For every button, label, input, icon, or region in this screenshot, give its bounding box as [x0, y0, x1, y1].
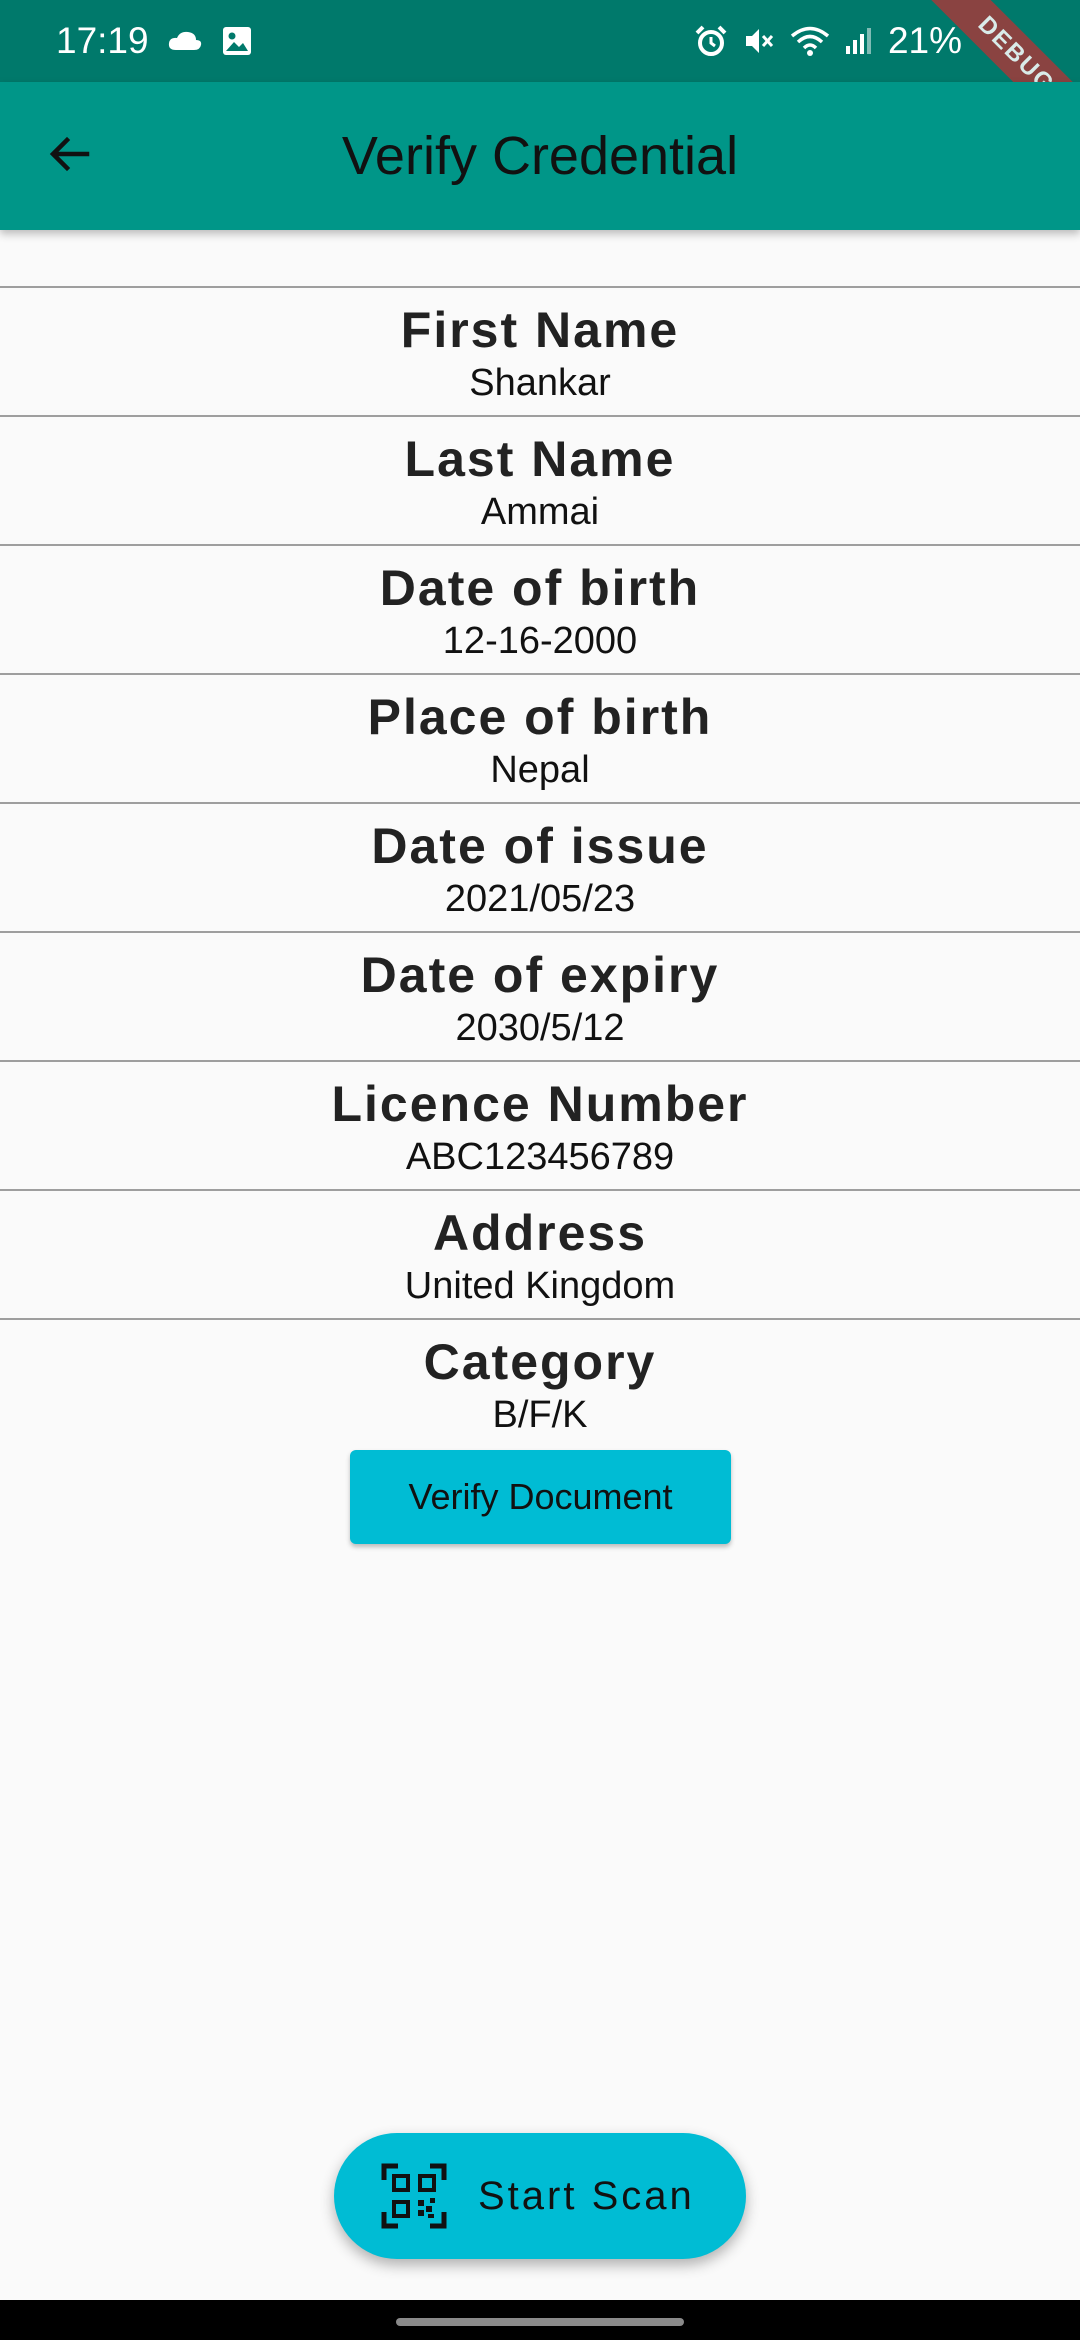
credential-fields: First Name Shankar Last Name Ammai Date … — [0, 286, 1080, 1447]
page-title: Verify Credential — [341, 126, 739, 186]
field-date-of-expiry: Date of expiry 2030/5/12 — [0, 931, 1080, 1060]
field-label: Address — [432, 1205, 648, 1261]
field-value: 2021/05/23 — [444, 878, 636, 920]
field-licence-number: Licence Number ABC123456789 — [0, 1060, 1080, 1189]
field-label: Date of birth — [379, 560, 701, 616]
field-address: Address United Kingdom — [0, 1189, 1080, 1318]
app-bar: Verify Credential — [0, 82, 1080, 230]
verify-document-button[interactable]: Verify Document — [350, 1450, 731, 1544]
alarm-icon — [694, 24, 728, 58]
start-scan-label: Start Scan — [478, 2173, 695, 2218]
status-time: 17:19 — [56, 20, 149, 61]
cloud-icon — [167, 30, 203, 52]
field-value: Ammai — [480, 491, 600, 533]
qr-code-scan-icon — [380, 2162, 448, 2230]
field-label: Date of expiry — [360, 947, 720, 1003]
mute-icon — [742, 24, 776, 58]
field-label: Last Name — [404, 431, 676, 487]
field-value: United Kingdom — [404, 1265, 676, 1307]
field-value: Nepal — [490, 749, 590, 791]
status-bar: 17:19 21% — [0, 0, 1080, 82]
navigation-bar — [0, 2300, 1080, 2340]
field-label: Category — [423, 1334, 657, 1390]
field-last-name: Last Name Ammai — [0, 415, 1080, 544]
wifi-icon — [790, 25, 830, 57]
home-indicator[interactable] — [396, 2318, 684, 2326]
field-date-of-birth: Date of birth 12-16-2000 — [0, 544, 1080, 673]
field-first-name: First Name Shankar — [0, 286, 1080, 415]
field-label: First Name — [400, 302, 680, 358]
status-left: 17:19 — [56, 20, 253, 62]
image-icon — [221, 25, 253, 57]
start-scan-button[interactable]: Start Scan — [334, 2133, 746, 2259]
field-category: Category B/F/K — [0, 1318, 1080, 1447]
field-date-of-issue: Date of issue 2021/05/23 — [0, 802, 1080, 931]
signal-icon — [844, 26, 874, 56]
field-value: Shankar — [469, 362, 611, 404]
field-label: Date of issue — [371, 818, 709, 874]
field-value: B/F/K — [492, 1394, 588, 1436]
battery-percent: 21% — [887, 20, 962, 61]
field-place-of-birth: Place of birth Nepal — [0, 673, 1080, 802]
field-value: 2030/5/12 — [455, 1007, 625, 1049]
field-label: Place of birth — [367, 689, 713, 745]
field-label: Licence Number — [331, 1076, 749, 1132]
field-value: ABC123456789 — [405, 1136, 675, 1178]
field-value: 12-16-2000 — [442, 620, 638, 662]
